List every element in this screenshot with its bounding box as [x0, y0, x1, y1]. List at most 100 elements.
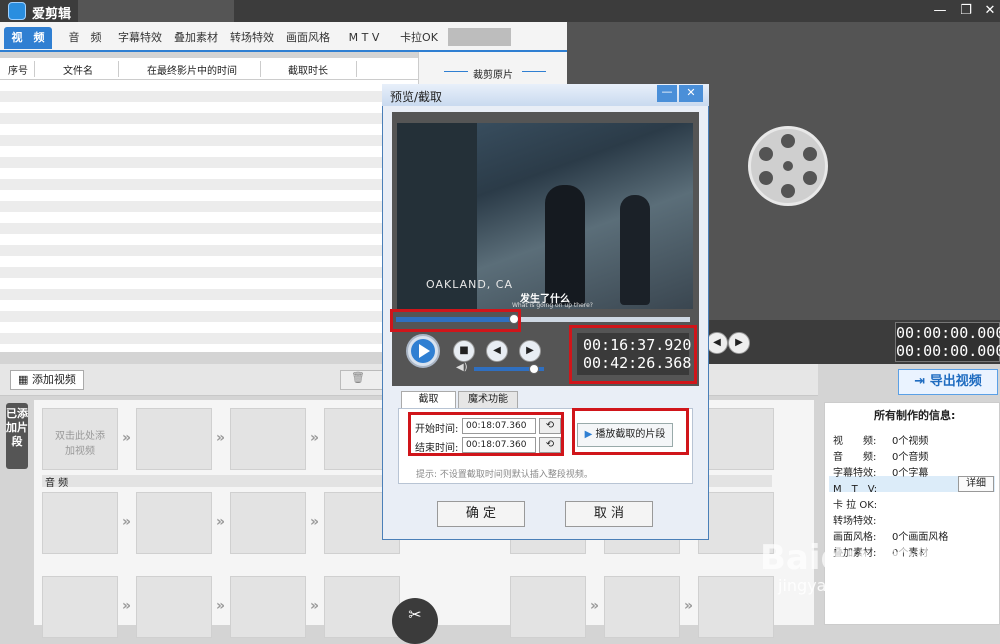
clip-slot[interactable]	[230, 576, 306, 638]
stop-icon[interactable]: ■	[453, 340, 475, 362]
transition-icon[interactable]: »	[122, 514, 131, 530]
trash-icon: 🗑	[351, 371, 365, 384]
watermark-url: jingyan.baidu.com	[778, 576, 926, 595]
tab-video[interactable]: 视 频	[4, 27, 52, 49]
clip-slot[interactable]	[698, 408, 774, 470]
volume-handle[interactable]	[528, 364, 539, 374]
audio-track-label: 音 频	[45, 478, 69, 489]
info-key: 转场特效:	[833, 516, 877, 527]
col-index: 序号	[8, 66, 28, 77]
info-key: M T V:	[833, 484, 878, 495]
dialog-minimize-icon[interactable]: —	[657, 85, 677, 102]
info-key: 字幕特效:	[833, 468, 877, 479]
title-bar-area	[78, 0, 234, 22]
transition-icon[interactable]: »	[216, 430, 225, 446]
transition-icon[interactable]: »	[684, 598, 693, 614]
clip-slot[interactable]	[136, 492, 212, 554]
minimize-icon[interactable]: —	[928, 1, 952, 21]
cancel-button[interactable]: 取 消	[565, 501, 653, 527]
transition-icon[interactable]: »	[122, 598, 131, 614]
col-divider	[356, 61, 357, 77]
scissors-icon[interactable]: ✂	[392, 598, 438, 644]
transition-icon[interactable]: »	[590, 598, 599, 614]
prev-frame-icon[interactable]: ◀	[486, 340, 508, 362]
transition-icon[interactable]: »	[310, 598, 319, 614]
transition-icon[interactable]: »	[310, 514, 319, 530]
tab-magic[interactable]: 魔术功能	[458, 391, 518, 409]
added-clips-label: 已添加片段	[6, 407, 28, 448]
main-time-total: 00:00:00.000	[896, 342, 1000, 360]
transition-icon[interactable]: »	[122, 430, 131, 446]
clip-slot[interactable]	[604, 576, 680, 638]
clip-slot[interactable]	[230, 408, 306, 470]
export-video-button[interactable]: ⇥ 导出视频	[898, 369, 998, 395]
film-reel-icon	[748, 126, 828, 206]
highlight-time-fields	[408, 412, 564, 456]
play-button[interactable]	[406, 334, 440, 368]
info-value: 0个音频	[892, 452, 929, 463]
divider	[522, 71, 546, 72]
tab-placeholder	[448, 28, 511, 46]
file-list[interactable]	[0, 80, 418, 352]
transition-icon[interactable]: »	[310, 430, 319, 446]
video-figure	[620, 195, 650, 305]
watermark-logo: Baidu 经验	[760, 538, 949, 578]
col-duration: 截取时长	[288, 66, 328, 77]
tab-mtv[interactable]: M T V	[340, 27, 388, 49]
dialog-close-icon[interactable]: ✕	[679, 85, 703, 102]
prev-frame-icon[interactable]: ◀	[706, 332, 728, 354]
film-icon: ▦	[18, 373, 32, 386]
restore-icon[interactable]: ❐	[954, 1, 978, 21]
add-video-button[interactable]: ▦ 添加视频	[10, 370, 84, 390]
ok-button[interactable]: 确 定	[437, 501, 525, 527]
col-divider	[260, 61, 261, 77]
clip-slot[interactable]	[324, 576, 400, 638]
transition-icon[interactable]: »	[216, 514, 225, 530]
detail-button[interactable]: 详细	[958, 476, 994, 492]
clip-slot[interactable]	[136, 408, 212, 470]
transition-icon[interactable]: »	[216, 598, 225, 614]
clip-slot-empty[interactable]: 双击此处添加视频	[42, 408, 118, 470]
info-value: 0个视频	[892, 436, 929, 447]
video-figure	[545, 185, 585, 305]
video-subtitle-en: What is going on up there?	[512, 302, 593, 309]
col-filename: 文件名	[63, 66, 93, 77]
col-divider	[118, 61, 119, 77]
clip-slot[interactable]	[42, 576, 118, 638]
clip-slot-hint: 双击此处添加视频	[55, 431, 105, 457]
tab-karaoke[interactable]: 卡拉OK	[393, 27, 445, 49]
added-clips-tab[interactable]: 已添加片段	[6, 403, 28, 469]
tab-transition-effects[interactable]: 转场特效	[226, 27, 278, 49]
info-key: 视 频:	[833, 436, 877, 447]
app-title: 爱剪辑	[32, 7, 72, 22]
volume-icon[interactable]: ◀)	[456, 362, 468, 373]
clip-slot[interactable]	[136, 576, 212, 638]
tab-subtitle-effects[interactable]: 字幕特效	[114, 27, 166, 49]
info-value: 0个字幕	[892, 468, 929, 479]
next-frame-icon[interactable]: ▶	[728, 332, 750, 354]
info-title: 所有制作的信息:	[874, 409, 956, 422]
table-header: 序号 文件名 在最终影片中的时间 截取时长	[0, 58, 418, 80]
col-divider	[34, 61, 35, 77]
delete-button[interactable]: 🗑	[340, 370, 388, 390]
export-label: 导出视频	[929, 374, 982, 389]
highlight-time	[569, 325, 697, 384]
play-icon	[411, 339, 435, 363]
clip-slot[interactable]	[230, 492, 306, 554]
dialog-title: 预览/截取	[390, 90, 443, 104]
clip-slot[interactable]	[510, 576, 586, 638]
next-frame-icon[interactable]: ▶	[519, 340, 541, 362]
clip-slot[interactable]	[42, 492, 118, 554]
export-icon: ⇥	[914, 374, 930, 389]
highlight-progress	[390, 309, 521, 332]
tab-overlay-material[interactable]: 叠加素材	[170, 27, 222, 49]
tab-crop[interactable]: 截取	[401, 391, 456, 409]
tab-picture-style[interactable]: 画面风格	[282, 27, 334, 49]
tab-audio[interactable]: 音 频	[62, 27, 108, 49]
col-time-in-movie: 在最终影片中的时间	[147, 66, 237, 77]
close-icon[interactable]: ✕	[978, 1, 1000, 21]
main-time-display: 00:00:00.000 00:00:00.000	[895, 322, 1000, 362]
clip-slot[interactable]	[698, 576, 774, 638]
main-tab-bar: 视 频 音 频 字幕特效 叠加素材 转场特效 画面风格 M T V 卡拉OK	[0, 22, 567, 52]
app-logo-icon	[8, 2, 26, 20]
